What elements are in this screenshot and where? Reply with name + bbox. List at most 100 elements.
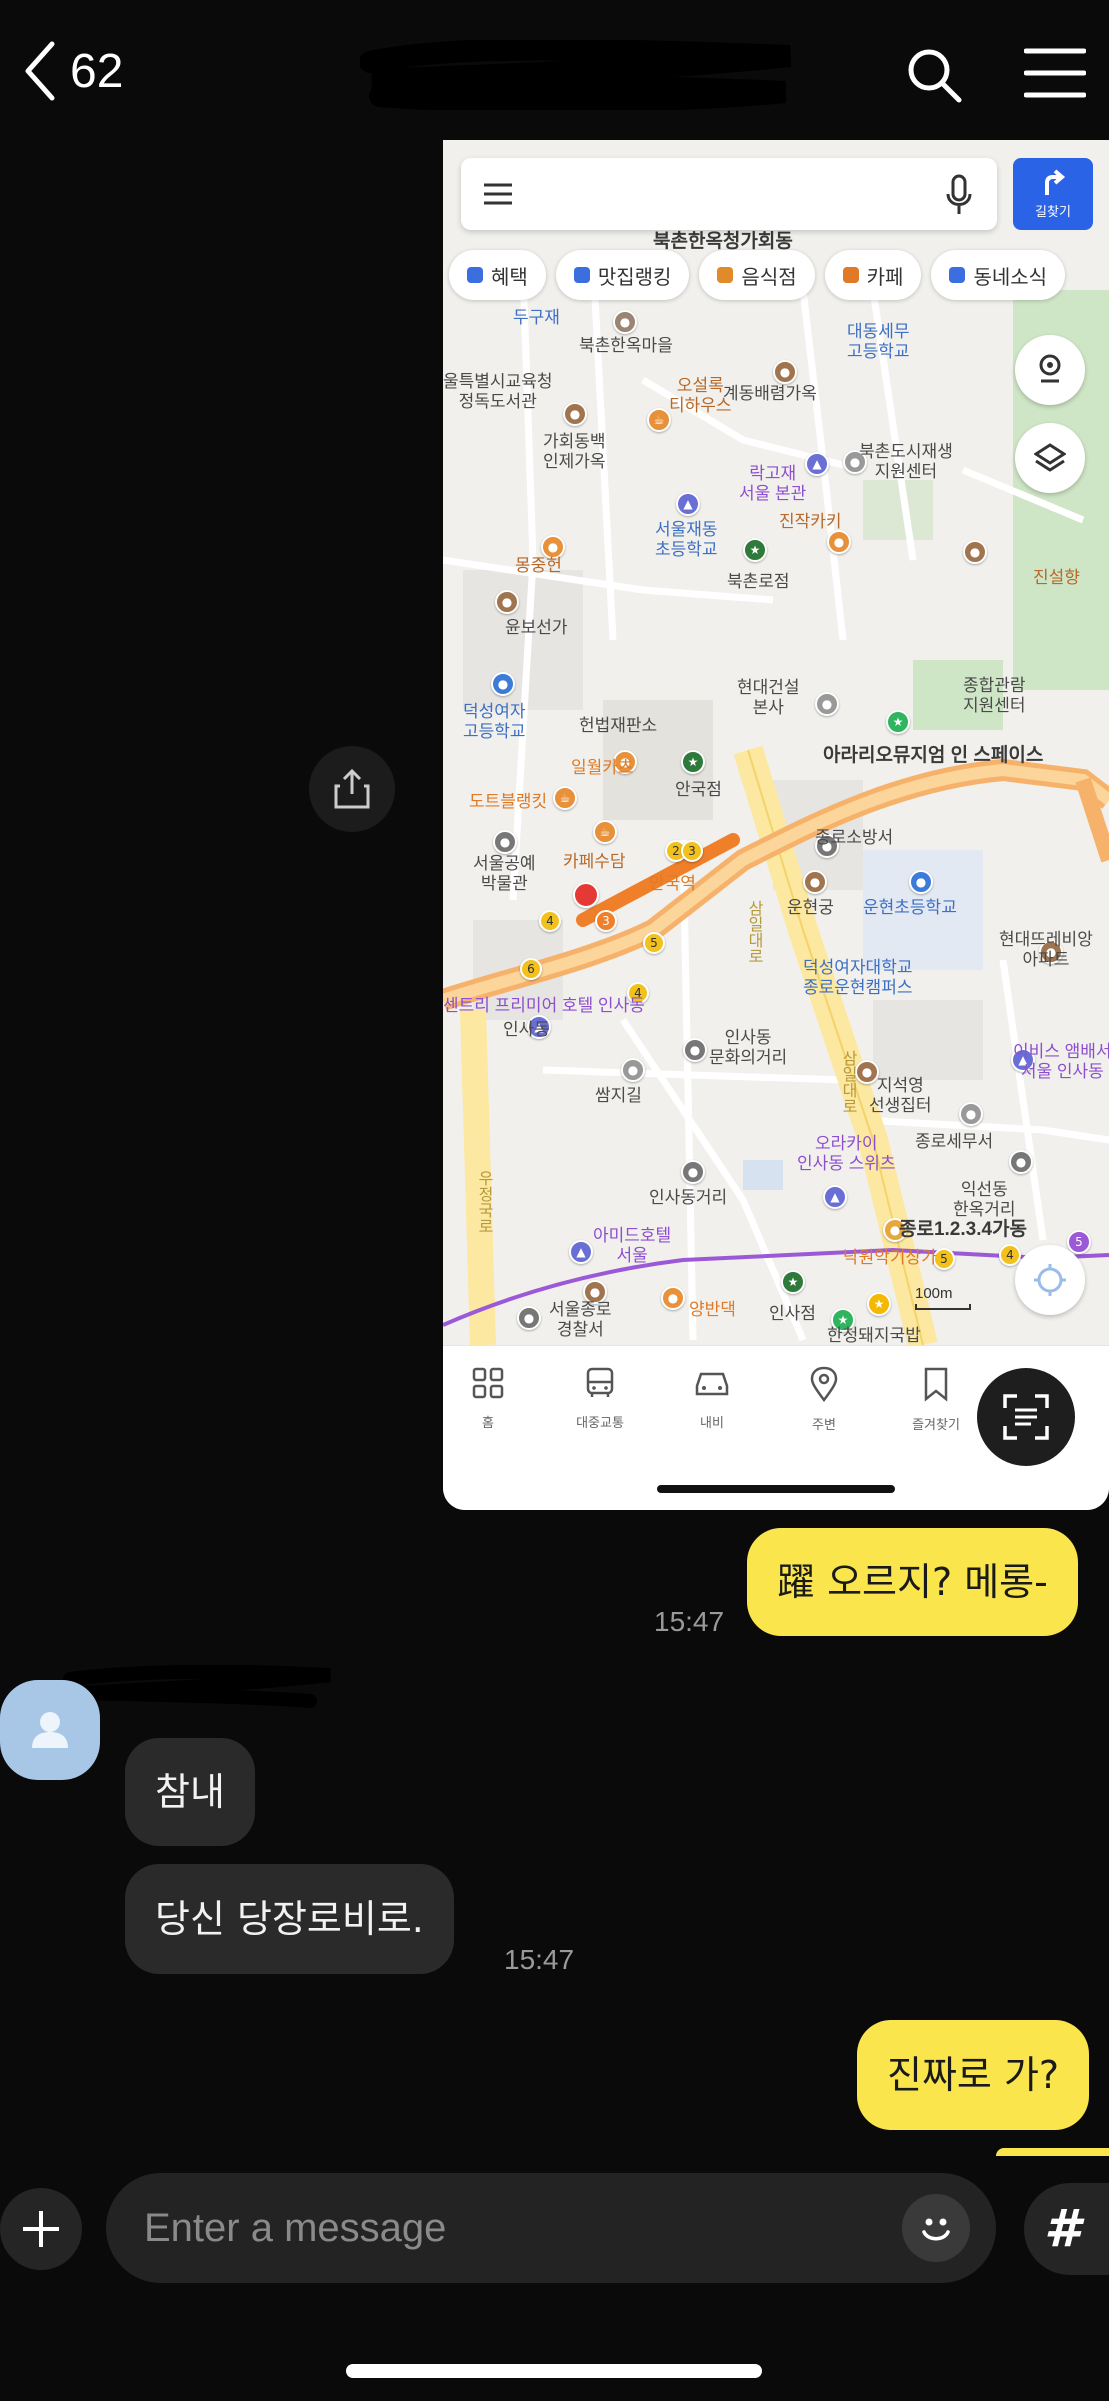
map-label: 도트블랭킷: [469, 792, 548, 811]
chip-cafes[interactable]: 카페: [824, 250, 922, 300]
message-time: 15:47: [654, 1606, 725, 1637]
chip-label: 음식점: [741, 266, 797, 289]
hash-label: #: [1044, 2199, 1081, 2259]
menu-icon[interactable]: [1024, 45, 1086, 101]
nav-transit[interactable]: 대중교통: [555, 1366, 645, 1431]
turn-arrow-icon: [1045, 168, 1066, 195]
map-label: 센트리 프리미어 호텔 인사동: [443, 996, 645, 1015]
message-composer: [106, 2173, 996, 2283]
message-time: 15:47: [504, 1944, 575, 1975]
nav-label: 홈: [482, 1415, 494, 1430]
category-chips: 혜택 맛집랭킹 음식점 카페 동네소식: [443, 250, 1109, 304]
map-label: 종로소방서: [815, 828, 894, 847]
map-label: 인사동거리: [649, 1188, 728, 1207]
next-message-bubble-edge: [996, 2148, 1109, 2156]
poi-marker: ●: [613, 310, 637, 334]
hashtag-search-button[interactable]: #: [1024, 2183, 1109, 2275]
grid-icon: [472, 1367, 504, 1399]
directions-label: 길찾기: [1035, 203, 1071, 219]
starbucks-marker: ★: [743, 538, 767, 562]
poi-marker: ●: [495, 590, 519, 614]
my-location-button[interactable]: [1015, 1245, 1085, 1315]
map-label: 울특별시교육청 정독도서관: [443, 372, 553, 411]
cafe-marker: ☕: [593, 820, 617, 844]
map-search-bar[interactable]: [461, 158, 997, 230]
message-text: 진짜로 가?: [887, 2053, 1060, 2097]
location-pin-icon: [810, 1366, 838, 1403]
map-label: 두구재: [513, 308, 560, 327]
nav-label: 주변: [812, 1417, 836, 1432]
layers-icon: [1034, 443, 1066, 472]
home-indicator: [346, 2364, 762, 2378]
screenshot-home-indicator: [657, 1485, 895, 1493]
map-label: 덕성여자대학교 종로운현캠퍼스: [803, 958, 913, 997]
ranking-icon: [573, 267, 590, 283]
map-label: 양반댁: [689, 1300, 736, 1319]
chip-label: 카페: [866, 266, 904, 289]
attach-button[interactable]: [0, 2188, 82, 2270]
my-message-bubble[interactable]: 躍 오르지? 메롱-: [747, 1528, 1078, 1636]
map-label: 한청돼지국밥: [827, 1326, 921, 1345]
map-label: 일월카츠: [571, 758, 634, 777]
smiley-icon: [922, 2218, 950, 2241]
subway-line-badge: 5: [643, 932, 665, 954]
chip-restaurants[interactable]: 음식점: [699, 250, 815, 300]
scale-label: 100m: [915, 1285, 953, 1302]
poi-marker: ●: [683, 1038, 707, 1062]
back-button[interactable]: 62: [22, 40, 123, 102]
map-label: 종로1.2.3.4가동: [899, 1219, 1028, 1240]
avatar[interactable]: [0, 1680, 100, 1780]
received-message-bubble[interactable]: 당신 당장로비로.: [125, 1864, 454, 1974]
hotel-marker: ▲: [805, 452, 829, 476]
map-label: 서울재동 초등학교: [655, 520, 718, 559]
map-label: 안국역: [649, 874, 696, 893]
chip-benefits[interactable]: 혜택: [449, 250, 546, 300]
map-label: 현대뜨레비앙 아파트: [999, 930, 1093, 969]
search-icon[interactable]: [904, 45, 964, 105]
my-message-bubble[interactable]: 진짜로 가?: [857, 2020, 1090, 2130]
chip-restaurant-ranking[interactable]: 맛집랭킹: [555, 250, 690, 300]
nav-nearby[interactable]: 주변: [779, 1366, 869, 1433]
map-label: 종합관람 지원센터: [963, 676, 1026, 715]
bookmark-icon: [924, 1367, 948, 1402]
poi-marker: ●: [621, 1058, 645, 1082]
map-label: 쌈지길: [595, 1086, 642, 1105]
map-scale: 100m: [915, 1285, 971, 1310]
hamburger-icon[interactable]: [483, 182, 513, 206]
received-message-bubble[interactable]: 참내: [125, 1738, 255, 1846]
message-text: 당신 당장로비로.: [155, 1897, 424, 1941]
poi-marker: ●: [815, 692, 839, 716]
nav-favorites[interactable]: 즐겨찾기: [891, 1366, 981, 1433]
share-button[interactable]: [309, 746, 395, 832]
shared-map-image[interactable]: ● ☕ ● ● ▲ ▲ ● ★ ● ● ● ● ★ ● ● ● ★ ☕ ● ● …: [443, 140, 1109, 1510]
map-label: 헌법재판소: [579, 716, 658, 735]
map-label: 운현초등학교: [863, 898, 957, 917]
location-pin-button[interactable]: [1015, 335, 1085, 405]
redacted-chat-title: [360, 40, 792, 110]
favorite-marker: ★: [867, 1292, 891, 1316]
chip-label: 동네소식: [973, 266, 1048, 289]
directions-button[interactable]: 길찾기: [1013, 158, 1093, 230]
text-scan-button[interactable]: [977, 1368, 1075, 1466]
subway-line-badge: 3: [681, 840, 703, 862]
chip-local-news[interactable]: 동네소식: [931, 250, 1066, 300]
map-label: 덕성여자 고등학교: [463, 702, 526, 741]
map-label: 낙원악기상가: [843, 1248, 937, 1267]
nav-navigation[interactable]: 내비: [667, 1366, 757, 1431]
map-label: 북촌로점: [727, 572, 790, 591]
map-layers-button[interactable]: [1015, 423, 1085, 493]
map-view: ● ☕ ● ● ▲ ▲ ● ★ ● ● ● ● ★ ● ● ● ★ ☕ ● ● …: [443, 140, 1109, 1345]
map-label: 북촌한옥마을: [579, 336, 673, 355]
map-label: 서울종로 경찰서: [549, 1300, 612, 1339]
emoji-button[interactable]: [902, 2194, 970, 2262]
nav-home[interactable]: 홈: [443, 1366, 533, 1431]
pin-icon: [1039, 354, 1061, 383]
message-input[interactable]: [144, 2173, 884, 2283]
subway-line-badge: 3: [595, 910, 617, 932]
microphone-icon[interactable]: [945, 174, 973, 216]
hotel-marker: ▲: [676, 492, 700, 516]
map-label: 아라리오뮤지엄 인 스페이스: [823, 745, 1044, 766]
chip-label: 맛집랭킹: [597, 266, 672, 289]
park-marker: ★: [886, 710, 910, 734]
museum-marker: ●: [493, 830, 517, 854]
